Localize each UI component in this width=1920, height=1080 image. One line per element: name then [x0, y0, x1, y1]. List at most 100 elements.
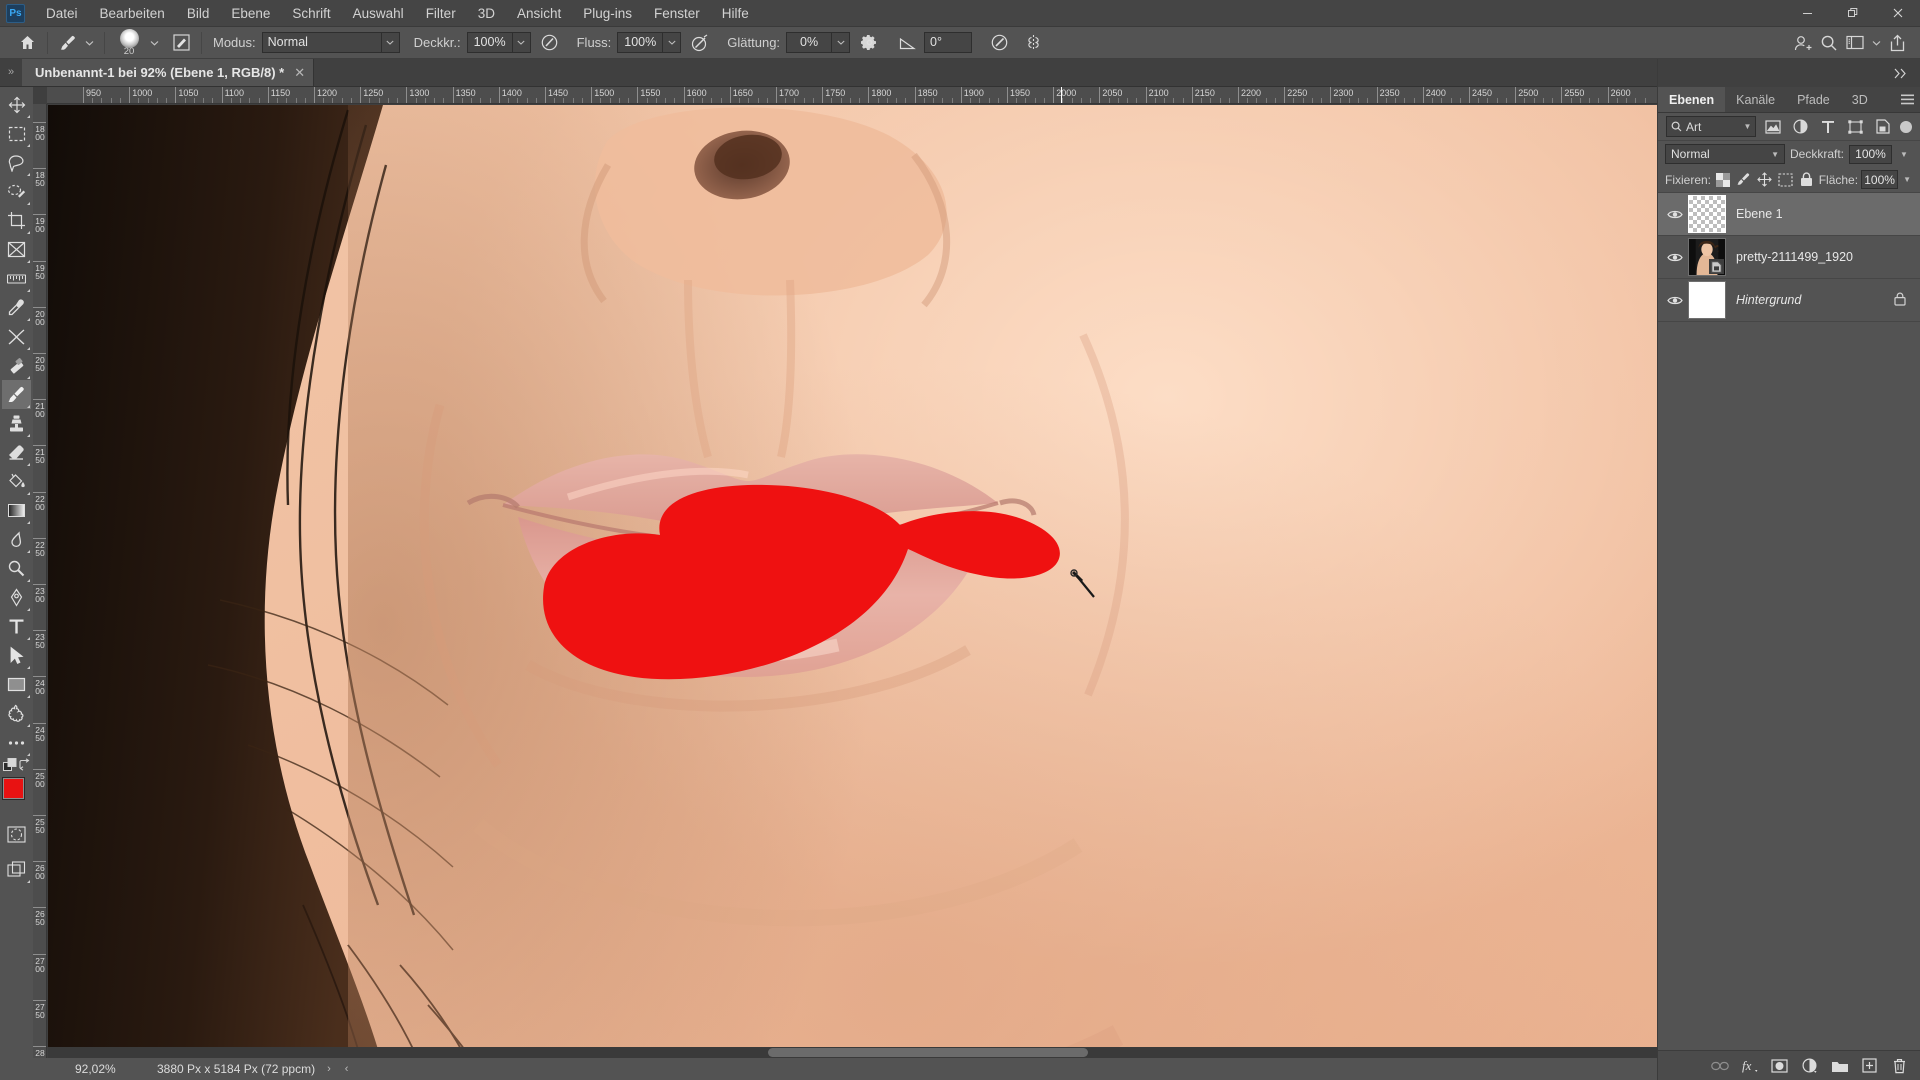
layer-mask-icon[interactable] — [1766, 1053, 1793, 1079]
expand-panel-icon[interactable] — [1886, 60, 1914, 86]
user-add-icon[interactable] — [1790, 31, 1816, 55]
custom-shape-tool[interactable] — [2, 699, 31, 728]
menu-fenster[interactable]: Fenster — [643, 0, 711, 27]
smoothing-value[interactable]: 0% — [786, 32, 833, 53]
layer-lock-icon[interactable] — [1894, 292, 1906, 309]
zoom-level[interactable]: 92,02% — [75, 1062, 147, 1076]
blur-tool[interactable] — [2, 525, 31, 554]
rectangle-tool[interactable] — [2, 670, 31, 699]
smoothing-chevron-icon[interactable] — [832, 32, 851, 53]
tablet-pressure-size-icon[interactable] — [986, 31, 1012, 55]
crop-tool[interactable] — [2, 206, 31, 235]
shape-filter-icon[interactable] — [1845, 116, 1867, 138]
brush-settings-panel-icon[interactable] — [168, 31, 194, 55]
layer-opacity-chevron-icon[interactable]: ▼ — [1897, 145, 1911, 164]
status-collapse-arrow[interactable]: ‹ — [345, 1063, 349, 1075]
lock-position-icon[interactable] — [1756, 169, 1774, 190]
pen-tool[interactable] — [2, 583, 31, 612]
menu-schrift[interactable]: Schrift — [281, 0, 341, 27]
restore-button[interactable] — [1830, 0, 1875, 27]
share-icon[interactable] — [1884, 31, 1910, 55]
layer-thumbnail[interactable] — [1688, 195, 1726, 233]
layer-thumbnail[interactable] — [1688, 238, 1726, 276]
panel-menu-icon[interactable] — [1894, 87, 1920, 112]
airbrush-icon[interactable] — [687, 31, 713, 55]
search-icon[interactable] — [1816, 31, 1842, 55]
object-selection-tool[interactable] — [2, 177, 31, 206]
new-group-icon[interactable] — [1826, 1053, 1853, 1079]
menu-auswahl[interactable]: Auswahl — [342, 0, 415, 27]
clone-stamp-tool[interactable] — [2, 409, 31, 438]
horizontal-scroll-thumb[interactable] — [768, 1048, 1088, 1057]
type-filter-icon[interactable] — [1818, 116, 1840, 138]
eraser-tool[interactable] — [2, 438, 31, 467]
chevron-down-icon[interactable]: ▼ — [1771, 150, 1779, 159]
layer-style-icon[interactable]: fx — [1736, 1053, 1763, 1079]
layer-visibility-icon[interactable] — [1662, 252, 1688, 263]
gear-icon[interactable] — [856, 31, 882, 55]
quick-mask-icon[interactable] — [2, 820, 31, 849]
opacity-value[interactable]: 100% — [466, 32, 513, 53]
flow-chevron-icon[interactable] — [663, 32, 682, 53]
workspace-chevron-icon[interactable] — [1868, 31, 1884, 55]
workspace-icon[interactable] — [1842, 31, 1868, 55]
tab-3d[interactable]: 3D — [1841, 87, 1879, 112]
tab-ebenen[interactable]: Ebenen — [1658, 87, 1726, 112]
adjustment-layer-icon[interactable] — [1796, 1053, 1823, 1079]
more-tools-icon[interactable] — [2, 728, 31, 757]
layer-thumbnail[interactable] — [1688, 281, 1726, 319]
menu-plugins[interactable]: Plug-ins — [572, 0, 643, 27]
image-canvas[interactable] — [48, 105, 1670, 1080]
rectangular-marquee-tool[interactable] — [2, 119, 31, 148]
color-sampler-tool[interactable] — [2, 322, 31, 351]
screen-mode-icon[interactable] — [2, 855, 31, 884]
menu-bild[interactable]: Bild — [176, 0, 221, 27]
home-icon[interactable] — [14, 31, 40, 55]
brush-preset-picker[interactable]: 20 — [112, 28, 146, 58]
blend-mode-chevron-icon[interactable] — [381, 32, 400, 53]
pixel-filter-icon[interactable] — [1762, 116, 1784, 138]
close-button[interactable] — [1875, 0, 1920, 27]
table-row[interactable]: pretty-2111499_1920 — [1658, 236, 1920, 279]
smartobject-filter-icon[interactable] — [1873, 116, 1895, 138]
brush-preset-chevron-icon[interactable] — [146, 31, 162, 55]
brush-angle-value[interactable]: 0° — [924, 32, 973, 53]
fill-chevron-icon[interactable]: ▼ — [1901, 170, 1913, 189]
collapse-panel-icon[interactable]: » — [0, 58, 22, 86]
horizontal-ruler[interactable]: 950 1000 1050 1100 1150 1200 1250 1300 1350 1400 1… — [47, 87, 1670, 104]
delete-layer-icon[interactable] — [1886, 1053, 1913, 1079]
pressure-opacity-icon[interactable] — [537, 31, 563, 55]
lock-all-icon[interactable] — [1798, 169, 1816, 190]
layer-name[interactable]: pretty-2111499_1920 — [1736, 250, 1853, 264]
menu-ebene[interactable]: Ebene — [220, 0, 281, 27]
menu-ansicht[interactable]: Ansicht — [506, 0, 572, 27]
tool-preset-chevron-icon[interactable] — [81, 31, 97, 55]
filter-toggle[interactable] — [1900, 120, 1912, 133]
menu-hilfe[interactable]: Hilfe — [711, 0, 760, 27]
foreground-color-swatch[interactable] — [2, 777, 25, 800]
lock-image-icon[interactable] — [1735, 169, 1753, 190]
menu-bearbeiten[interactable]: Bearbeiten — [89, 0, 176, 27]
menu-datei[interactable]: Datei — [35, 0, 89, 27]
horizontal-scrollbar[interactable] — [48, 1047, 1670, 1058]
brush-angle-icon[interactable] — [894, 31, 920, 55]
spot-healing-brush-tool[interactable] — [2, 351, 31, 380]
document-tab[interactable]: Unbenannt-1 bei 92% (Ebene 1, RGB/8) * ✕ — [22, 59, 315, 86]
menu-filter[interactable]: Filter — [415, 0, 467, 27]
gradient-tool[interactable] — [2, 496, 31, 525]
new-layer-icon[interactable] — [1856, 1053, 1883, 1079]
menu-3d[interactable]: 3D — [467, 0, 506, 27]
tab-pfade[interactable]: Pfade — [1786, 87, 1841, 112]
path-selection-tool[interactable] — [2, 641, 31, 670]
minimize-button[interactable] — [1785, 0, 1830, 27]
ruler-tool[interactable] — [2, 264, 31, 293]
status-expand-arrow[interactable]: › — [327, 1063, 331, 1075]
layer-visibility-icon[interactable] — [1662, 295, 1688, 306]
link-layers-icon[interactable] — [1706, 1053, 1733, 1079]
symmetry-icon[interactable] — [1020, 31, 1046, 55]
opacity-chevron-icon[interactable] — [512, 32, 531, 53]
close-icon[interactable]: ✕ — [294, 65, 305, 81]
frame-tool[interactable] — [2, 235, 31, 264]
flow-value[interactable]: 100% — [617, 32, 664, 53]
eyedropper-tool[interactable] — [2, 293, 31, 322]
